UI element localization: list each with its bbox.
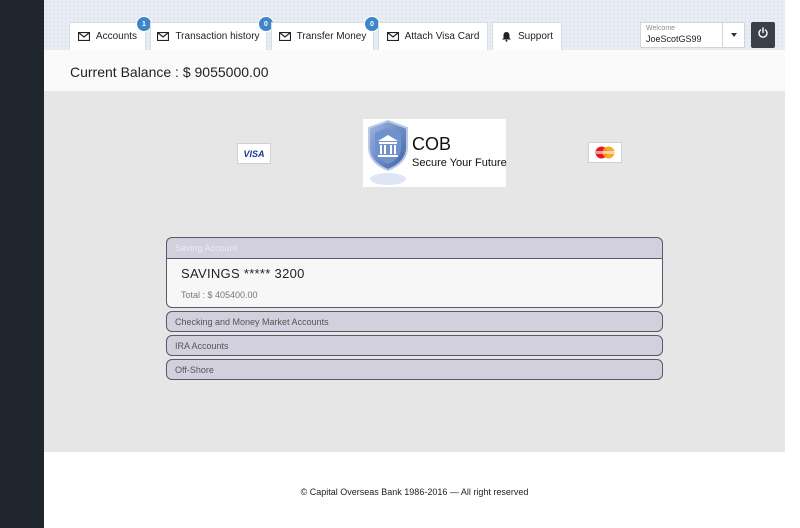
tab-transfer-money-label: Transfer Money	[296, 31, 367, 42]
user-welcome-box[interactable]: Welcome JoeScotGS99	[640, 22, 723, 48]
bell-icon	[501, 31, 512, 42]
power-icon	[757, 26, 769, 44]
envelope-icon	[157, 32, 170, 41]
accordion-ira-accounts[interactable]: IRA Accounts	[166, 335, 663, 356]
tab-support-label: Support	[517, 31, 554, 42]
bank-logo-title: COB	[412, 134, 452, 154]
tab-accounts[interactable]: Accounts 1	[69, 16, 152, 50]
accordion-checking-money-market[interactable]: Checking and Money Market Accounts	[166, 311, 663, 332]
tab-attach-visa-card-label: Attach Visa Card	[404, 31, 480, 42]
footer-copyright: © Capital Overseas Bank 1986-2016 — All …	[300, 487, 529, 497]
username: JoeScotGS99	[646, 34, 702, 44]
welcome-label: Welcome	[646, 25, 676, 32]
savings-account-name[interactable]: SAVINGS ***** 3200	[181, 266, 305, 281]
page-footer: © Capital Overseas Bank 1986-2016 — All …	[44, 452, 785, 528]
tab-accounts-label: Accounts	[95, 31, 138, 42]
envelope-icon	[386, 32, 399, 41]
tab-attach-visa-card[interactable]: Attach Visa Card	[378, 22, 488, 50]
left-sidebar-strip	[0, 0, 44, 528]
bank-shield-icon	[365, 119, 411, 192]
accordion-saving-account[interactable]: Saving Account	[166, 237, 663, 259]
user-menu-dropdown-button[interactable]	[723, 22, 745, 48]
bank-logo: COB Secure Your Future	[363, 119, 507, 187]
saving-account-panel: SAVINGS ***** 3200 Total : $ 405400.00	[166, 259, 663, 308]
bank-logo-tagline: Secure Your Future	[412, 157, 507, 169]
envelope-icon	[278, 32, 291, 41]
accordion-off-shore[interactable]: Off-Shore	[166, 359, 663, 380]
visa-logo: VISA	[237, 143, 271, 164]
tab-support[interactable]: Support	[492, 22, 562, 50]
tab-transaction-history[interactable]: Transaction history 0	[150, 16, 274, 50]
mastercard-logo	[588, 142, 622, 163]
envelope-icon	[77, 32, 90, 41]
caret-down-icon	[730, 33, 737, 37]
page-right-margin	[785, 0, 800, 528]
current-balance: Current Balance : $ 9055000.00	[70, 64, 269, 80]
tab-transfer-money[interactable]: Transfer Money 0	[271, 16, 380, 50]
logout-button[interactable]	[751, 22, 775, 48]
savings-account-total: Total : $ 405400.00	[181, 290, 258, 300]
tab-transaction-history-label: Transaction history	[175, 31, 260, 42]
balance-bar: Current Balance : $ 9055000.00	[44, 50, 785, 91]
